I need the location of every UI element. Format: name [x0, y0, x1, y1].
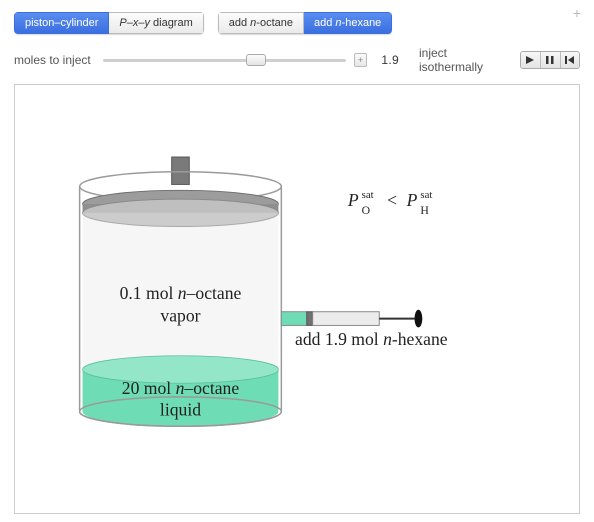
piston-cylinder-diagram: P sat O < P sat H 0.1 mol n–octane vapor… [15, 85, 579, 513]
syringe-label: add 1.9 mol n-hexane [295, 329, 448, 349]
svg-text:sat: sat [420, 189, 432, 201]
syringe [281, 310, 422, 328]
svg-text:P: P [406, 190, 418, 210]
syringe-barrel [313, 312, 380, 326]
diagram-canvas: P sat O < P sat H 0.1 mol n–octane vapor… [14, 84, 580, 514]
svg-text:H: H [420, 204, 429, 217]
svg-text:<: < [387, 190, 397, 210]
syringe-pre: add 1.9 mol [295, 329, 383, 349]
saturation-pressure-relation: P sat O < P sat H [347, 189, 432, 217]
syringe-plunger-head [307, 312, 313, 326]
liquid-line1-it: n [176, 378, 185, 398]
add-toggle-group: add n-octane add n-hexane [218, 12, 393, 34]
vapor-line1-post: –octane [186, 283, 242, 303]
syringe-liquid [281, 312, 306, 326]
piston-rod [172, 157, 190, 184]
vapor-line1-it: n [178, 283, 187, 303]
inject-label: inject isothermally [419, 46, 512, 74]
animation-controls [520, 51, 580, 69]
moles-slider-label: moles to inject [14, 53, 91, 67]
slider-row: moles to inject + 1.9 inject isothermall… [8, 44, 586, 80]
svg-text:sat: sat [362, 189, 374, 201]
reset-icon[interactable] [560, 52, 579, 68]
svg-text:0.1 mol n–octane: 0.1 mol n–octane [120, 283, 242, 303]
play-icon[interactable] [521, 52, 540, 68]
add-octane-btn[interactable]: add n-octane [218, 12, 304, 34]
liquid-line1-pre: 20 mol [122, 378, 176, 398]
slider-thumb[interactable] [246, 54, 266, 66]
slider-step-btn[interactable]: + [354, 53, 368, 67]
slider-track-line [103, 59, 346, 62]
syringe-handle [415, 310, 423, 328]
piston-cylinder-btn[interactable]: piston–cylinder [14, 12, 109, 34]
pause-icon[interactable] [540, 52, 559, 68]
liquid-line1-post: –octane [183, 378, 239, 398]
pxy-diagram-btn[interactable]: P–x–y diagram [109, 12, 203, 34]
view-toggle-group: piston–cylinder P–x–y diagram [14, 12, 204, 34]
toolbar: piston–cylinder P–x–y diagram add n-octa… [8, 8, 586, 44]
add-hexane-btn[interactable]: add n-hexane [304, 12, 392, 34]
syringe-it: n [383, 329, 392, 349]
svg-text:20 mol n–octane: 20 mol n–octane [122, 378, 240, 398]
svg-text:P: P [347, 190, 359, 210]
vapor-line2: vapor [160, 306, 200, 326]
moles-value: 1.9 [375, 53, 405, 67]
moles-slider[interactable] [103, 51, 346, 69]
pxy-label: P–x–y [119, 17, 150, 29]
vapor-line1-pre: 0.1 mol [120, 283, 178, 303]
liquid-line2: liquid [160, 400, 201, 420]
expand-icon[interactable]: + [570, 6, 584, 20]
svg-text:O: O [362, 204, 371, 217]
syringe-post: -hexane [392, 329, 448, 349]
